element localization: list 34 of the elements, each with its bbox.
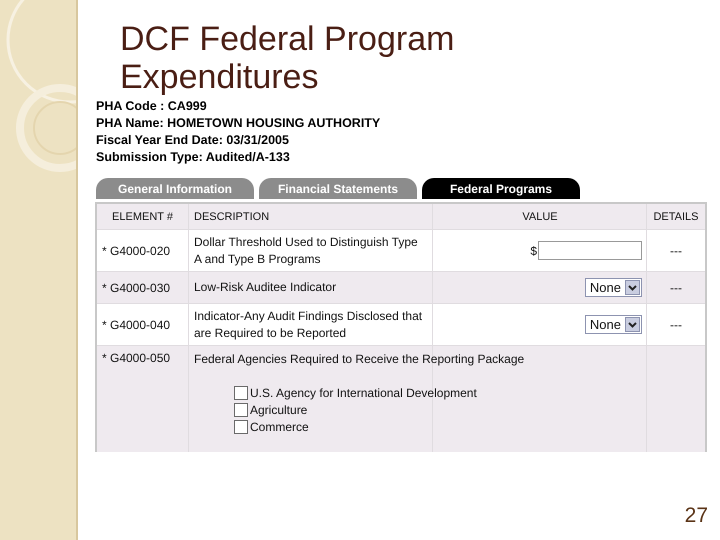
- element-number: * G4000-030: [102, 280, 170, 294]
- element-number: * G4000-050: [102, 351, 170, 365]
- currency-sign: $: [530, 244, 537, 258]
- caret-icon: [625, 280, 640, 295]
- slide-title: DCF Federal Program Expenditures: [120, 20, 456, 96]
- description-text: Federal Agencies Required to Receive the Reporting Package: [194, 351, 524, 368]
- tab[interactable]: Federal Programs: [422, 178, 580, 199]
- page-number: 27: [684, 504, 708, 528]
- info-line: Fiscal Year End Date: 03/31/2005: [96, 132, 290, 149]
- description-text: Indicator-Any Audit Findings Disclosed that are Required to be Reported: [194, 308, 424, 342]
- checkbox-label: U.S. Agency for International Development: [250, 386, 477, 400]
- checkbox-label: Agriculture: [250, 403, 308, 417]
- dropdown[interactable]: None: [584, 315, 642, 334]
- column-header: VALUE: [433, 204, 647, 229]
- checkbox[interactable]: [234, 420, 248, 434]
- info-line: PHA Name: HOMETOWN HOUSING AUTHORITY: [96, 115, 382, 132]
- checkbox[interactable]: [234, 386, 248, 400]
- column-header: DESCRIPTION: [189, 204, 433, 229]
- details-text: ---: [670, 318, 682, 332]
- amount-field[interactable]: [538, 241, 642, 260]
- checkbox[interactable]: [234, 403, 248, 417]
- dropdown[interactable]: None: [584, 278, 642, 297]
- element-number: * G4000-020: [102, 244, 170, 258]
- details-text: ---: [670, 280, 682, 294]
- description-text: Low-Risk Auditee Indicator: [194, 279, 336, 296]
- column-header: DETAILS: [652, 210, 700, 224]
- element-number: * G4000-040: [102, 318, 170, 332]
- info-line: PHA Code : CA999: [96, 98, 208, 115]
- caret-icon: [625, 317, 640, 332]
- checkbox-label: Commerce: [250, 420, 309, 434]
- description-text: Dollar Threshold Used to Distinguish Type A and Type B Programs: [194, 234, 419, 268]
- info-line: Submission Type: Audited/A-133: [96, 149, 291, 166]
- details-text: ---: [670, 244, 682, 258]
- column-header: ELEMENT #: [97, 204, 189, 229]
